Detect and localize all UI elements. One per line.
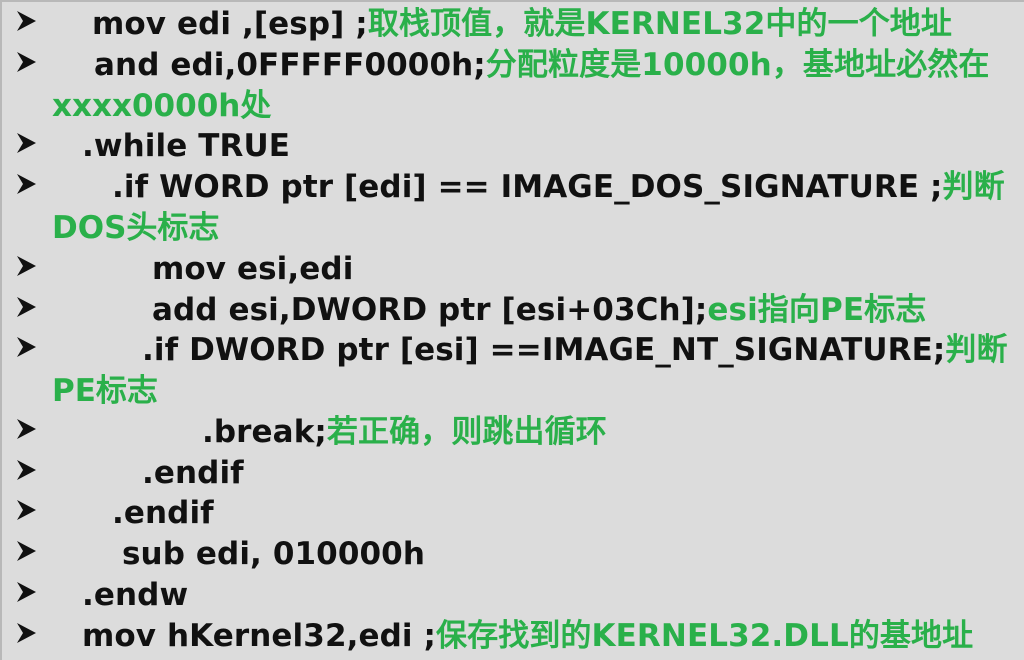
arrow-bullet-icon: [14, 171, 40, 197]
code-line: .endif: [2, 453, 1024, 493]
arrow-bullet-icon: [14, 620, 40, 646]
code-text: add esi,DWORD ptr [esi+03Ch];esi指向PE标志: [152, 292, 927, 328]
code-text: .if DWORD ptr [esi] ==IMAGE_NT_SIGNATURE…: [142, 332, 1008, 368]
code-comment: 判断: [945, 332, 1008, 368]
code-line: mov esi,edi: [2, 249, 1024, 289]
arrow-bullet-icon: [14, 49, 40, 75]
code-comment: 判断: [942, 169, 1005, 205]
code-line-continuation: DOS头标志: [2, 208, 1024, 248]
code-text: and edi,0FFFFF0000h;分配粒度是10000h，基地址必然在: [94, 47, 990, 83]
code-comment-continuation: DOS头标志: [52, 210, 220, 246]
code-text: mov edi ,[esp] ;取栈顶值，就是KERNEL32中的一个地址: [92, 6, 952, 42]
code-comment: 保存找到的KERNEL32.DLL的基地址: [436, 618, 974, 654]
code-line: mov edi ,[esp] ;取栈顶值，就是KERNEL32中的一个地址: [2, 4, 1024, 44]
arrow-bullet-icon: [14, 8, 40, 34]
arrow-bullet-icon: [14, 130, 40, 156]
code-text: .endw: [82, 577, 189, 613]
code-line: .endw: [2, 575, 1024, 615]
arrow-bullet-icon: [14, 497, 40, 523]
code-line: .endif: [2, 493, 1024, 533]
code-slide: mov edi ,[esp] ;取栈顶值，就是KERNEL32中的一个地址 an…: [0, 0, 1024, 660]
code-line: .break;若正确，则跳出循环: [2, 412, 1024, 452]
arrow-bullet-icon: [14, 579, 40, 605]
code-line: and edi,0FFFFF0000h;分配粒度是10000h，基地址必然在: [2, 45, 1024, 85]
code-text: .break;若正确，则跳出循环: [202, 414, 607, 450]
code-text: mov hKernel32,edi ;保存找到的KERNEL32.DLL的基地址: [82, 618, 974, 654]
arrow-bullet-icon: [14, 334, 40, 360]
code-comment: 若正确，则跳出循环: [326, 414, 607, 450]
code-text: .if WORD ptr [edi] == IMAGE_DOS_SIGNATUR…: [112, 169, 1005, 205]
code-line: mov hKernel32,edi ;保存找到的KERNEL32.DLL的基地址: [2, 616, 1024, 656]
code-text: mov esi,edi: [152, 251, 354, 287]
code-line-continuation: xxxx0000h处: [2, 86, 1024, 126]
code-line: .while TRUE: [2, 126, 1024, 166]
arrow-bullet-icon: [14, 294, 40, 320]
code-text: .endif: [112, 495, 214, 531]
code-text: .endif: [142, 455, 244, 491]
code-line: sub edi, 010000h: [2, 534, 1024, 574]
arrow-bullet-icon: [14, 416, 40, 442]
arrow-bullet-icon: [14, 538, 40, 564]
code-comment: 取栈顶值，就是KERNEL32中的一个地址: [367, 6, 952, 42]
code-text: sub edi, 010000h: [122, 536, 426, 572]
arrow-bullet-icon: [14, 457, 40, 483]
code-text: .while TRUE: [82, 128, 291, 164]
code-line: .if WORD ptr [edi] == IMAGE_DOS_SIGNATUR…: [2, 167, 1024, 207]
arrow-bullet-icon: [14, 253, 40, 279]
code-line: .if DWORD ptr [esi] ==IMAGE_NT_SIGNATURE…: [2, 330, 1024, 370]
code-line: add esi,DWORD ptr [esi+03Ch];esi指向PE标志: [2, 290, 1024, 330]
code-line-continuation: PE标志: [2, 371, 1024, 411]
code-comment: 分配粒度是10000h，基地址必然在: [485, 47, 990, 83]
code-comment: esi指向PE标志: [707, 292, 927, 328]
code-comment-continuation: PE标志: [52, 373, 158, 409]
code-comment-continuation: xxxx0000h处: [52, 88, 272, 124]
